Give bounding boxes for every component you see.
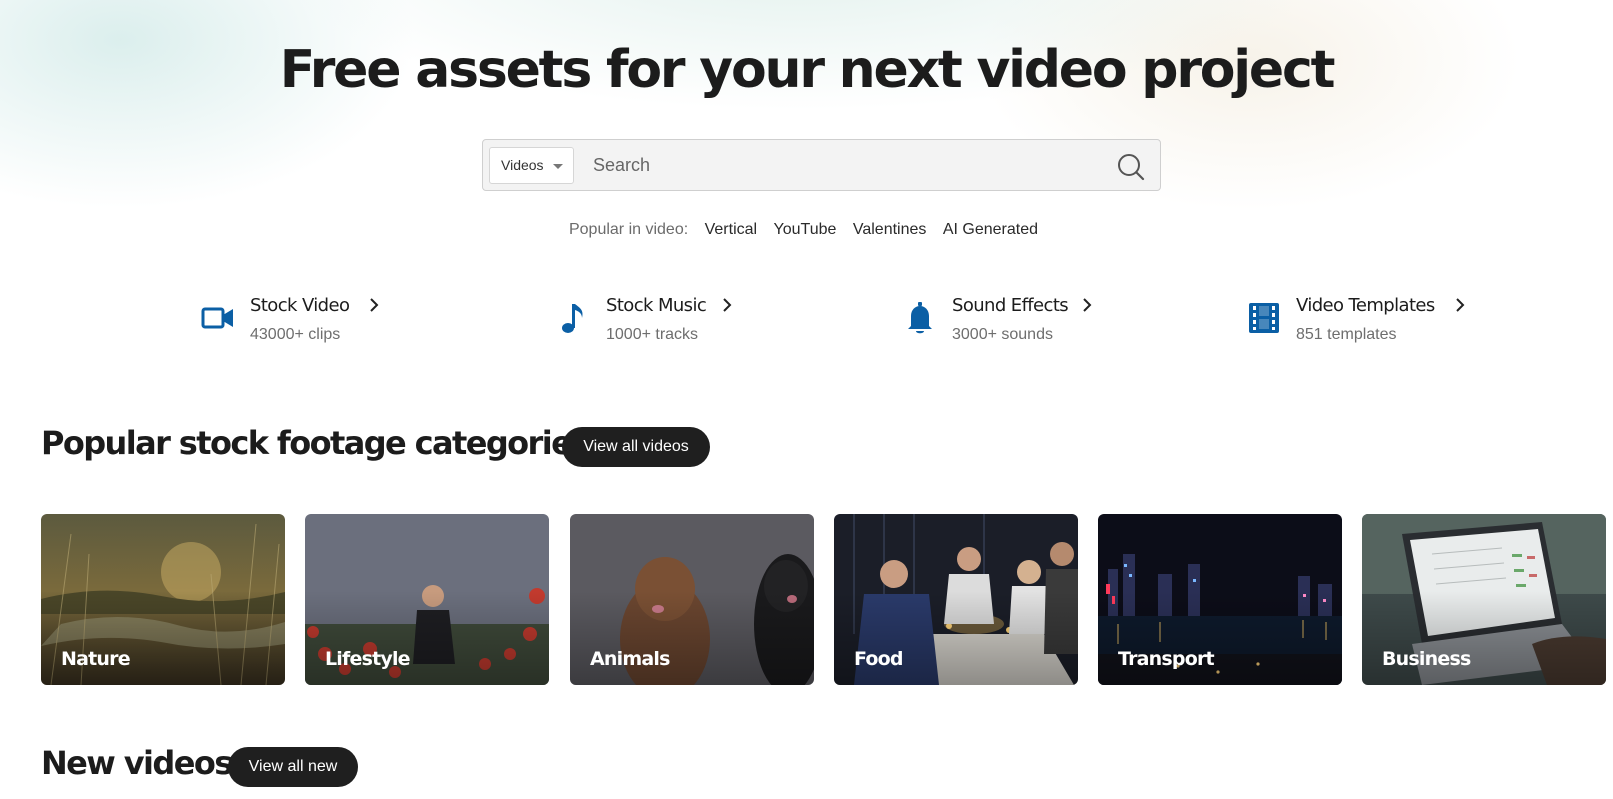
asset-count: 3000+ sounds — [952, 326, 1053, 343]
asset-link-stock-video[interactable]: Stock Video 43000+ clips — [200, 294, 400, 346]
asset-link-video-templates[interactable]: Video Templates 851 templates — [1246, 294, 1486, 346]
category-label: Animals — [590, 648, 670, 670]
asset-name: Sound Effects — [952, 295, 1069, 316]
category-card-transport[interactable]: Transport — [1098, 514, 1342, 685]
hero-title: Free assets for your next video project — [279, 40, 1336, 100]
view-all-videos-button[interactable]: View all videos — [562, 427, 710, 467]
search-bar: Videos — [482, 139, 1161, 191]
category-label: Transport — [1118, 648, 1215, 670]
view-all-new-button[interactable]: View all new — [228, 747, 358, 787]
asset-link-sound-effects[interactable]: Sound Effects 3000+ sounds — [902, 294, 1112, 346]
categories-section-title: Popular stock footage categories — [41, 424, 590, 462]
popular-label: Popular in video: — [568, 221, 689, 238]
asset-name: Stock Music — [606, 295, 707, 316]
popular-searches: Popular in video: Vertical YouTube Valen… — [0, 221, 1613, 239]
popular-tag-ai-generated[interactable]: AI Generated — [943, 221, 1038, 238]
category-card-business[interactable]: Business — [1362, 514, 1606, 685]
category-card-food[interactable]: Food — [834, 514, 1078, 685]
search-icon[interactable] — [1116, 152, 1146, 182]
new-videos-section-title: New videos — [41, 744, 233, 782]
media-type-dropdown[interactable]: Videos — [489, 147, 574, 184]
category-card-animals[interactable]: Animals — [570, 514, 814, 685]
bell-icon — [902, 300, 938, 336]
asset-count: 43000+ clips — [250, 326, 341, 343]
search-input[interactable] — [593, 148, 1093, 182]
category-card-nature[interactable]: Nature — [41, 514, 285, 685]
asset-name: Stock Video — [250, 295, 350, 316]
popular-tag-youtube[interactable]: YouTube — [774, 221, 837, 238]
asset-count: 1000+ tracks — [606, 326, 699, 343]
popular-tag-vertical[interactable]: Vertical — [705, 221, 757, 238]
category-card-lifestyle[interactable]: Lifestyle — [305, 514, 549, 685]
chevron-down-icon — [553, 164, 563, 169]
chevron-right-icon — [368, 297, 380, 313]
chevron-right-icon — [721, 297, 733, 313]
media-type-value: Videos — [501, 157, 544, 173]
category-label: Food — [854, 648, 904, 670]
chevron-right-icon — [1081, 297, 1093, 313]
music-note-icon — [556, 300, 592, 336]
asset-count: 851 templates — [1296, 326, 1397, 343]
category-label: Lifestyle — [325, 648, 411, 670]
category-label: Nature — [61, 648, 131, 670]
film-strip-icon — [1246, 300, 1282, 336]
chevron-right-icon — [1454, 297, 1466, 313]
popular-tag-valentines[interactable]: Valentines — [853, 221, 927, 238]
asset-link-stock-music[interactable]: Stock Music 1000+ tracks — [556, 294, 756, 346]
category-label: Business — [1382, 648, 1471, 670]
video-camera-icon — [200, 300, 236, 336]
asset-name: Video Templates — [1296, 295, 1435, 316]
